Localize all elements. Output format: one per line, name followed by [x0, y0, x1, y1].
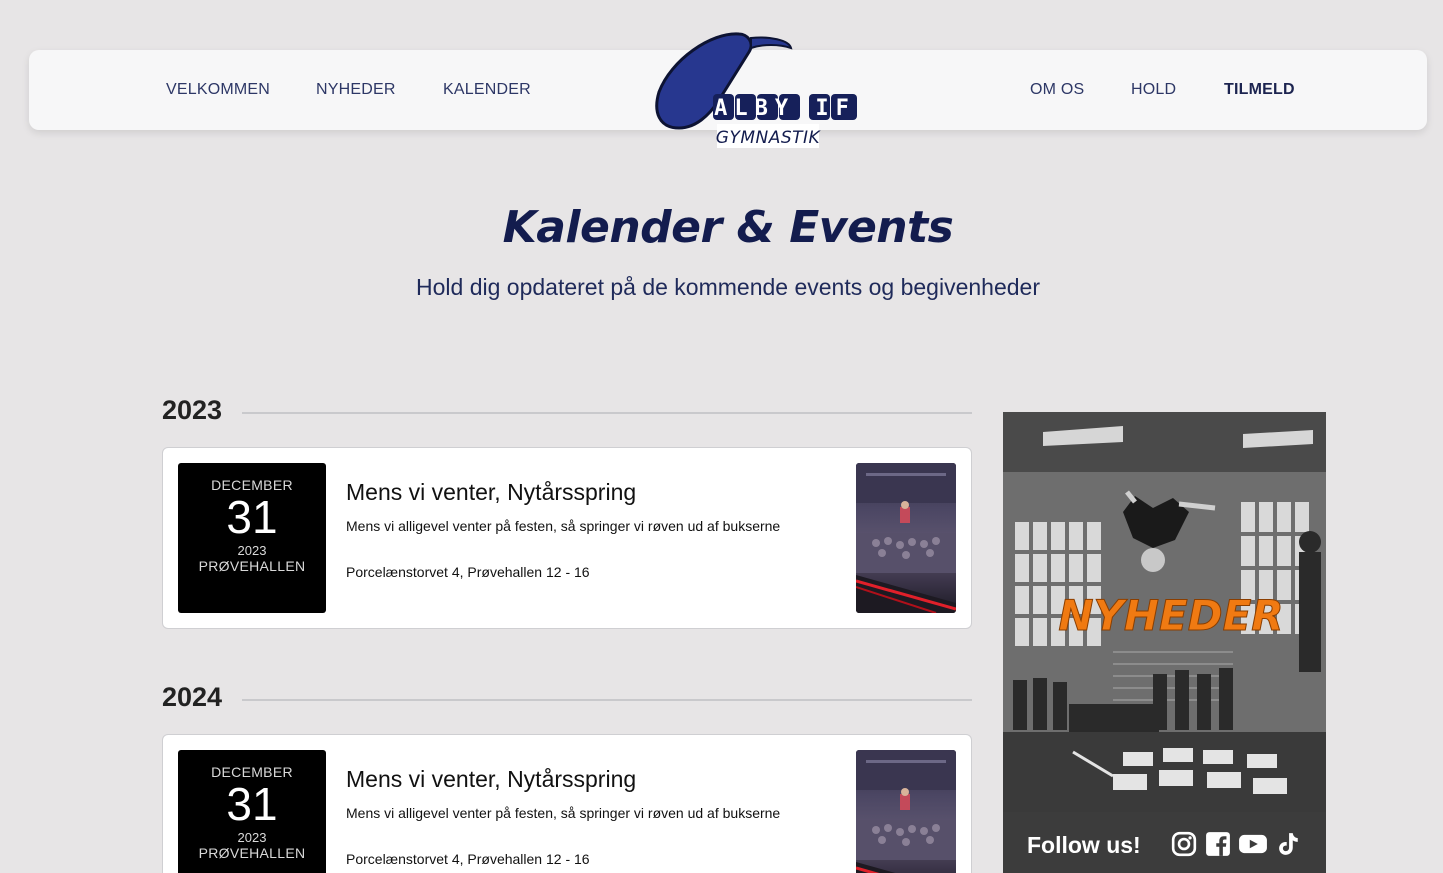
event-year: 2023 [237, 543, 267, 558]
event-location: Porcelænstorvet 4, Prøvehallen 12 - 16 [346, 564, 590, 580]
year-label: 2024 [162, 682, 223, 712]
event-thumbnail [856, 463, 956, 613]
year-divider [242, 412, 972, 414]
logo-wordmark: ALBY IF [714, 96, 856, 121]
nav-hold[interactable]: HOLD [1131, 50, 1176, 130]
nav-tilmeld[interactable]: TILMELD [1224, 50, 1295, 130]
news-promo-banner[interactable]: NYHEDER Follow us! [1003, 412, 1326, 873]
page-subtitle: Hold dig opdateret på de kommende events… [416, 274, 1040, 300]
facebook-icon[interactable] [1205, 831, 1231, 857]
nav-om-os[interactable]: OM OS [1030, 50, 1084, 130]
promo-gym-photo: NYHEDER [1003, 412, 1326, 812]
event-thumbnail [856, 750, 956, 873]
event-venue: PRØVEHALLEN [198, 845, 306, 861]
nav-kalender[interactable]: KALENDER [443, 50, 531, 130]
event-card[interactable]: DECEMBER 31 2023 PRØVEHALLEN Mens vi ven… [162, 447, 972, 629]
follow-us-bar: Follow us! [1003, 812, 1326, 873]
event-description: Mens vi alligevel venter på festen, så s… [346, 518, 781, 534]
instagram-icon[interactable] [1171, 831, 1197, 857]
event-date-box: DECEMBER 31 2023 PRØVEHALLEN [178, 463, 326, 613]
youtube-icon[interactable] [1238, 831, 1268, 857]
event-title[interactable]: Mens vi venter, Nytårsspring [346, 479, 636, 506]
nav-nyheder[interactable]: NYHEDER [316, 50, 396, 130]
event-description: Mens vi alligevel venter på festen, så s… [346, 805, 781, 821]
event-day: 31 [226, 778, 278, 830]
event-year: 2023 [237, 830, 267, 845]
event-day: 31 [226, 491, 278, 543]
event-date-box: DECEMBER 31 2023 PRØVEHALLEN [178, 750, 326, 873]
nav-velkommen[interactable]: VELKOMMEN [166, 50, 270, 130]
event-title[interactable]: Mens vi venter, Nytårsspring [346, 766, 636, 793]
year-label: 2023 [162, 395, 223, 425]
tiktok-icon[interactable] [1275, 831, 1301, 857]
site-logo[interactable]: ALBY IF GYMNASTIK [651, 30, 863, 152]
year-heading-2023: 2023 [162, 395, 972, 429]
follow-us-label: Follow us! [1027, 832, 1141, 858]
event-card[interactable]: DECEMBER 31 2023 PRØVEHALLEN Mens vi ven… [162, 734, 972, 873]
promo-title: NYHEDER [1058, 591, 1283, 640]
logo-subtitle: GYMNASTIK [716, 128, 822, 148]
year-divider [242, 699, 972, 701]
event-venue: PRØVEHALLEN [198, 558, 306, 574]
event-location: Porcelænstorvet 4, Prøvehallen 12 - 16 [346, 851, 590, 867]
year-heading-2024: 2024 [162, 682, 972, 716]
page-title: Kalender & Events [502, 202, 954, 253]
